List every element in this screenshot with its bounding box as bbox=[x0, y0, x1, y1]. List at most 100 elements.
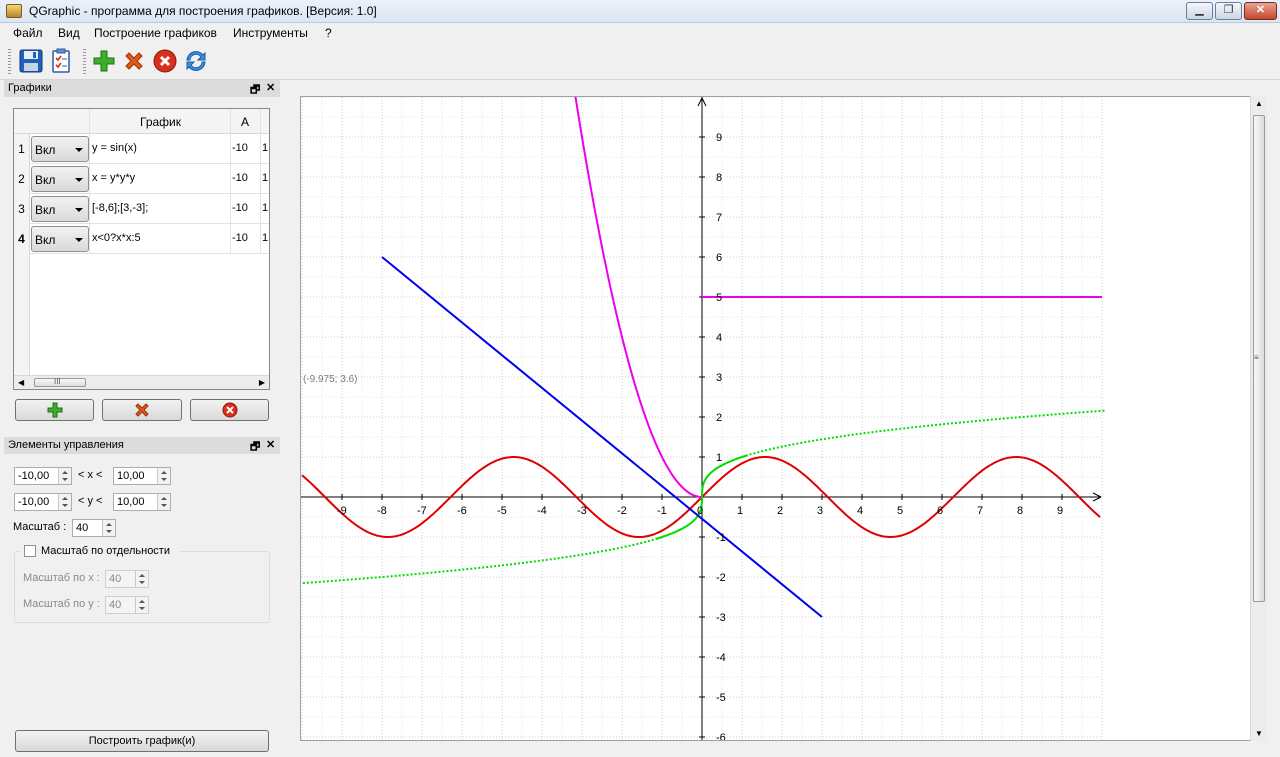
float-panel-icon[interactable]: 🗗 bbox=[250, 438, 260, 457]
range-b-cell[interactable]: 1 bbox=[262, 142, 268, 154]
checklist-icon[interactable] bbox=[48, 48, 74, 74]
y-tick-label: 1 bbox=[716, 452, 722, 464]
scale-x-spinbox[interactable]: 40 bbox=[105, 570, 149, 588]
graphs-panel-title-bar: Графики 🗗 ✕ bbox=[4, 80, 280, 97]
y-tick-label: -2 bbox=[716, 572, 726, 584]
graph-expression[interactable]: x = y*y*y bbox=[92, 172, 135, 184]
x-tick-label: 6 bbox=[937, 505, 943, 517]
close-panel-icon[interactable]: ✕ bbox=[266, 438, 275, 451]
minimize-button[interactable]: ▁ bbox=[1186, 2, 1213, 20]
graphs-panel-title: Графики bbox=[8, 82, 52, 94]
scale-y-spinbox[interactable]: 40 bbox=[105, 596, 149, 614]
refresh-icon[interactable] bbox=[183, 48, 209, 74]
scrollbar-grip: III bbox=[54, 377, 61, 386]
x-max-value: 10,00 bbox=[117, 470, 145, 482]
plot-svg[interactable]: -9 -8 -7 -6 -5 -4 -3 -2 -1 0 1 2 3 4 5 6 7 8 9 9 8 7 6 5 4 3 2 1 -1 -… bbox=[301, 97, 1267, 741]
scroll-left-icon[interactable]: ◀ bbox=[18, 378, 24, 387]
state-combo[interactable]: Вкл bbox=[31, 226, 89, 252]
x-tick-label: 9 bbox=[1057, 505, 1063, 517]
chevron-down-icon bbox=[75, 148, 83, 152]
spin-arrows-icon[interactable] bbox=[157, 468, 170, 484]
range-b-cell[interactable]: 1 bbox=[262, 172, 268, 184]
graph-expression[interactable]: x<0?x*x:5 bbox=[92, 232, 141, 244]
delete-icon bbox=[135, 403, 149, 417]
window-title: QGraphic - программа для построения граф… bbox=[29, 4, 377, 18]
graph-vertical-scrollbar[interactable]: ▲ ≡ ▼ bbox=[1250, 96, 1267, 741]
y-tick-label: 2 bbox=[716, 412, 722, 424]
spin-arrows-icon[interactable] bbox=[58, 468, 71, 484]
y-tick-label: 8 bbox=[716, 172, 722, 184]
range-a-cell[interactable]: -10 bbox=[232, 202, 260, 214]
spin-arrows-icon[interactable] bbox=[157, 494, 170, 510]
column-header-a[interactable]: A bbox=[241, 115, 249, 129]
clear-graphs-button[interactable] bbox=[190, 399, 269, 421]
state-combo[interactable]: Вкл bbox=[31, 136, 89, 162]
separate-scale-checkbox[interactable] bbox=[24, 545, 36, 557]
scale-x-value: 40 bbox=[109, 573, 122, 585]
table-row[interactable]: 1 Вкл y = sin(x) -10 1 bbox=[14, 134, 269, 164]
scale-spinbox[interactable]: 40 bbox=[72, 519, 116, 537]
save-icon[interactable] bbox=[18, 48, 44, 74]
spin-arrows-icon[interactable] bbox=[135, 597, 148, 613]
menu-help[interactable]: ? bbox=[325, 26, 332, 40]
scroll-down-icon[interactable]: ▼ bbox=[1255, 729, 1263, 738]
spin-arrows-icon[interactable] bbox=[135, 571, 148, 587]
table-horizontal-scrollbar[interactable]: ◀ III ▶ bbox=[14, 375, 269, 389]
range-b-cell[interactable]: 1 bbox=[262, 202, 268, 214]
state-value: Вкл bbox=[35, 203, 56, 217]
y-min-spinbox[interactable]: -10,00 bbox=[14, 493, 72, 511]
close-button[interactable]: ✕ bbox=[1244, 2, 1277, 20]
y-max-spinbox[interactable]: 10,00 bbox=[113, 493, 171, 511]
float-panel-icon[interactable]: 🗗 bbox=[250, 81, 260, 100]
add-icon[interactable] bbox=[91, 48, 117, 74]
row-number: 4 bbox=[14, 224, 30, 254]
range-a-cell[interactable]: -10 bbox=[232, 142, 260, 154]
y-min-value: -10,00 bbox=[18, 496, 50, 508]
title-bar: QGraphic - программа для построения граф… bbox=[0, 0, 1280, 23]
delete-graph-button[interactable] bbox=[102, 399, 182, 421]
row-header-empty bbox=[14, 254, 30, 376]
delete-icon[interactable] bbox=[121, 48, 147, 74]
scroll-right-icon[interactable]: ▶ bbox=[259, 378, 265, 387]
remove-all-icon[interactable] bbox=[152, 48, 178, 74]
add-graph-button[interactable] bbox=[15, 399, 94, 421]
column-header-graph[interactable]: График bbox=[140, 115, 181, 129]
separate-scale-label: Масштаб по отдельности bbox=[41, 545, 170, 557]
graphs-table: График A 1 Вкл y = sin(x) -10 1 2 Вкл x … bbox=[13, 108, 270, 390]
table-row[interactable]: 4 Вкл x<0?x*x:5 -10 1 bbox=[14, 224, 269, 254]
toolbar-separator bbox=[83, 49, 86, 75]
menu-view[interactable]: Вид bbox=[58, 26, 80, 40]
menu-file[interactable]: Файл bbox=[13, 26, 43, 40]
x-tick-label: 0 bbox=[697, 505, 703, 517]
x-tick-label: 1 bbox=[737, 505, 743, 517]
x-tick-label: -5 bbox=[497, 505, 507, 517]
close-panel-icon[interactable]: ✕ bbox=[266, 81, 275, 94]
x-min-value: -10,00 bbox=[18, 470, 50, 482]
range-a-cell[interactable]: -10 bbox=[232, 232, 260, 244]
chevron-down-icon bbox=[75, 238, 83, 242]
table-row[interactable]: 3 Вкл [-8,6];[3,-3]; -10 1 bbox=[14, 194, 269, 224]
x-min-spinbox[interactable]: -10,00 bbox=[14, 467, 72, 485]
x-tick-label: 2 bbox=[777, 505, 783, 517]
state-combo[interactable]: Вкл bbox=[31, 166, 89, 192]
x-tick-label: -6 bbox=[457, 505, 467, 517]
scrollbar-grip-icon: ≡ bbox=[1254, 353, 1259, 362]
y-tick-label: -5 bbox=[716, 692, 726, 704]
x-tick-label: -7 bbox=[417, 505, 427, 517]
x-max-spinbox[interactable]: 10,00 bbox=[113, 467, 171, 485]
build-graphs-button[interactable]: Построить график(и) bbox=[15, 730, 269, 752]
maximize-button[interactable]: ❐ bbox=[1215, 2, 1242, 20]
menu-tools[interactable]: Инструменты bbox=[233, 26, 308, 40]
scroll-up-icon[interactable]: ▲ bbox=[1255, 99, 1263, 108]
graph-expression[interactable]: y = sin(x) bbox=[92, 142, 137, 154]
range-b-cell[interactable]: 1 bbox=[262, 232, 268, 244]
menu-build-graphs[interactable]: Построение графиков bbox=[94, 26, 217, 40]
graph-canvas[interactable]: -9 -8 -7 -6 -5 -4 -3 -2 -1 0 1 2 3 4 5 6 7 8 9 9 8 7 6 5 4 3 2 1 -1 -… bbox=[300, 96, 1267, 741]
range-a-cell[interactable]: -10 bbox=[232, 172, 260, 184]
state-combo[interactable]: Вкл bbox=[31, 196, 89, 222]
row-number: 1 bbox=[14, 134, 30, 164]
table-row[interactable]: 2 Вкл x = y*y*y -10 1 bbox=[14, 164, 269, 194]
graph-expression[interactable]: [-8,6];[3,-3]; bbox=[92, 202, 148, 214]
spin-arrows-icon[interactable] bbox=[58, 494, 71, 510]
spin-arrows-icon[interactable] bbox=[102, 520, 115, 536]
